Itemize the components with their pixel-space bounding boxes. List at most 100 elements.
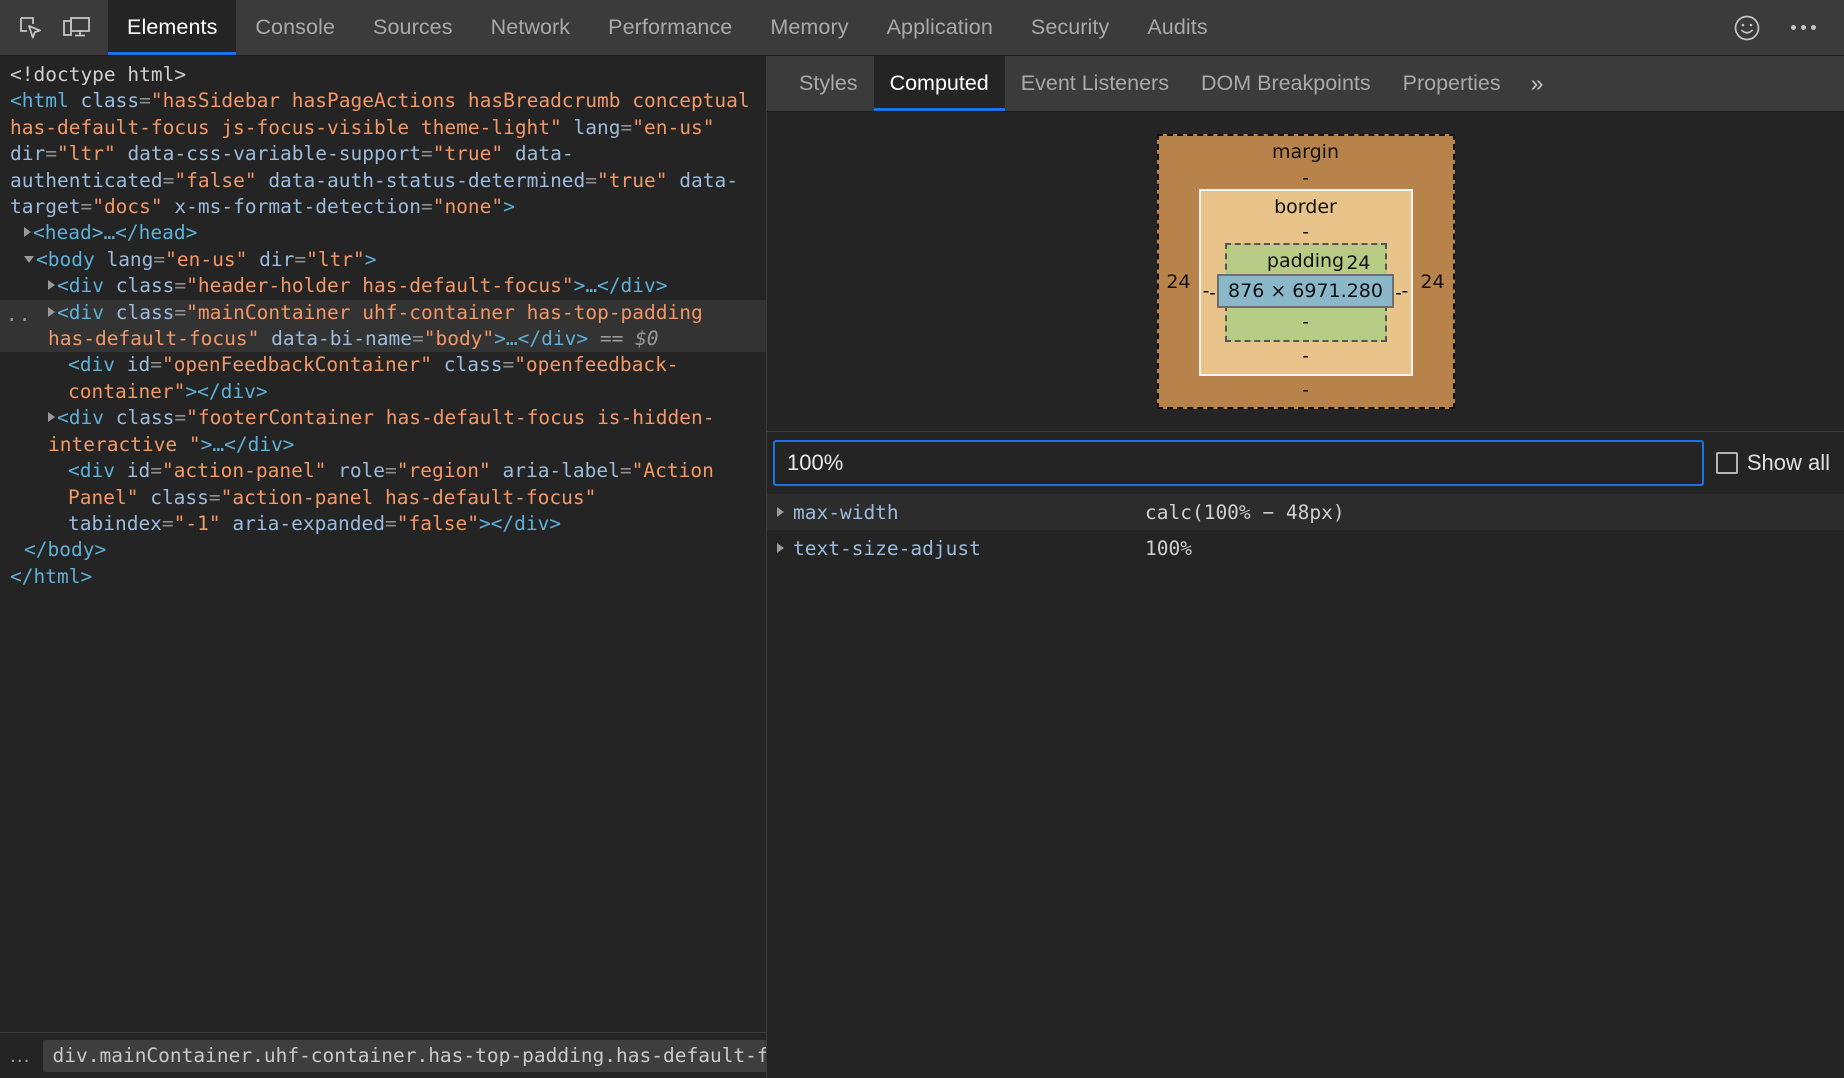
tab-computed[interactable]: Computed bbox=[874, 56, 1005, 111]
tab-console[interactable]: Console bbox=[236, 0, 354, 55]
tab-sources[interactable]: Sources bbox=[354, 0, 472, 55]
expand-arrow-icon[interactable] bbox=[48, 307, 55, 317]
computed-property-row[interactable]: max-width calc(100% − 48px) bbox=[767, 494, 1844, 530]
html-lang-attr: lang bbox=[574, 116, 621, 139]
tab-application-label: Application bbox=[887, 15, 993, 40]
collapse-arrow-icon[interactable] bbox=[24, 256, 34, 263]
inspect-element-icon[interactable] bbox=[8, 0, 54, 55]
dom-node-html[interactable]: <html class="hasSidebar hasPageActions h… bbox=[0, 88, 766, 220]
tab-performance[interactable]: Performance bbox=[589, 0, 751, 55]
dom-node-body-close[interactable]: </body> bbox=[0, 537, 766, 563]
dom-node-action-panel[interactable]: <div id="action-panel" role="region" ari… bbox=[0, 458, 766, 537]
doctype-text: <!doctype html> bbox=[10, 63, 186, 86]
breadcrumb-overflow-button[interactable]: ... bbox=[10, 1044, 31, 1068]
box-model-padding[interactable]: padding 24 - 876 × 6971.280 - - bbox=[1225, 243, 1387, 341]
box-model-margin[interactable]: margin - 24 border - - padding 24 bbox=[1157, 134, 1455, 409]
show-all-toggle[interactable]: Show all bbox=[1716, 450, 1834, 476]
toolbar-right-actions bbox=[1724, 0, 1844, 55]
tab-security[interactable]: Security bbox=[1012, 0, 1128, 55]
tab-properties[interactable]: Properties bbox=[1387, 56, 1517, 111]
gutter-overflow-marker: .. bbox=[6, 302, 31, 328]
box-model-border[interactable]: border - - padding 24 - 876 × 6971.280 bbox=[1199, 189, 1413, 376]
tab-styles[interactable]: Styles bbox=[783, 56, 874, 111]
box-model-border-label: border bbox=[1274, 191, 1337, 222]
expand-arrow-icon[interactable] bbox=[777, 543, 784, 553]
box-model-margin-right[interactable]: 24 bbox=[1413, 271, 1453, 293]
body-lang-attr: lang bbox=[106, 248, 153, 271]
dot bbox=[1801, 25, 1806, 30]
computed-property-row[interactable]: text-size-adjust 100% bbox=[767, 530, 1844, 566]
computed-properties-list[interactable]: max-width calc(100% − 48px) text-size-ad… bbox=[767, 494, 1844, 1078]
dom-tree-scroll[interactable]: <!doctype html> <html class="hasSidebar … bbox=[0, 56, 766, 1032]
tab-console-label: Console bbox=[255, 15, 335, 40]
more-options-icon[interactable] bbox=[1780, 5, 1826, 51]
devtools-main-toolbar: Elements Console Sources Network Perform… bbox=[0, 0, 1844, 56]
dom-node-body[interactable]: <body lang="en-us" dir="ltr"> bbox=[0, 247, 766, 273]
box-model-padding-top[interactable]: 24 bbox=[1227, 252, 1385, 274]
html-tag: <html bbox=[10, 89, 69, 112]
box-model-padding-left[interactable]: - bbox=[1195, 280, 1217, 302]
dom-node-head[interactable]: <head>…</head> bbox=[0, 220, 766, 246]
box-model-border-top[interactable]: - bbox=[1201, 221, 1411, 243]
tab-audits[interactable]: Audits bbox=[1128, 0, 1226, 55]
box-model-content-size[interactable]: 876 × 6971.280 bbox=[1217, 274, 1394, 308]
expand-arrow-icon[interactable] bbox=[48, 280, 55, 290]
computed-filter-input[interactable] bbox=[773, 440, 1704, 486]
smiley-face-icon[interactable] bbox=[1724, 5, 1770, 51]
expand-arrow-icon[interactable] bbox=[48, 412, 55, 422]
property-name: max-width bbox=[793, 501, 1145, 524]
tab-memory[interactable]: Memory bbox=[751, 0, 867, 55]
tab-elements[interactable]: Elements bbox=[108, 0, 236, 55]
more-tabs-icon[interactable]: » bbox=[1517, 56, 1558, 111]
box-model-margin-top[interactable]: - bbox=[1159, 167, 1453, 189]
action-ariaexpanded-value: "false" bbox=[397, 512, 479, 535]
dom-node-header-holder[interactable]: <div class="header-holder has-default-fo… bbox=[0, 273, 766, 299]
show-all-label: Show all bbox=[1747, 450, 1830, 476]
action-role-value: "region" bbox=[397, 459, 491, 482]
feedback-class-attr: class bbox=[444, 353, 503, 376]
html-cssvar-attr: data-css-variable-support bbox=[127, 142, 421, 165]
box-model-margin-row: 24 border - - padding 24 - bbox=[1159, 189, 1453, 376]
dom-node-footer-container[interactable]: <div class="footerContainer has-default-… bbox=[0, 405, 766, 458]
main-biname-value: "body" bbox=[424, 327, 494, 350]
breadcrumb-item-main-container[interactable]: div.mainContainer.uhf-container.has-top-… bbox=[43, 1040, 767, 1072]
action-role-attr: role bbox=[338, 459, 385, 482]
show-all-checkbox[interactable] bbox=[1716, 452, 1738, 474]
body-lang-value: "en-us" bbox=[165, 248, 247, 271]
dom-node-doctype[interactable]: <!doctype html> bbox=[0, 62, 766, 88]
body-close-tag: </body> bbox=[24, 538, 106, 561]
dom-node-open-feedback[interactable]: <div id="openFeedbackContainer" class="o… bbox=[0, 352, 766, 405]
device-toolbar-icon[interactable] bbox=[54, 0, 100, 55]
action-close: ></div> bbox=[479, 512, 561, 535]
expand-arrow-icon[interactable] bbox=[777, 507, 784, 517]
box-model-padding-row: - 876 × 6971.280 - bbox=[1227, 274, 1385, 308]
panel-tab-strip: Elements Console Sources Network Perform… bbox=[108, 0, 1227, 55]
tab-network[interactable]: Network bbox=[472, 0, 590, 55]
header-close: >…</div> bbox=[574, 274, 668, 297]
tab-elements-label: Elements bbox=[127, 15, 217, 40]
action-class-value: "action-panel has-default-focus" bbox=[221, 486, 597, 509]
box-model-margin-bottom[interactable]: - bbox=[1302, 376, 1309, 408]
html-close-tag: </html> bbox=[10, 565, 92, 588]
expand-arrow-icon[interactable] bbox=[24, 227, 31, 237]
box-model-border-bottom[interactable]: - bbox=[1302, 342, 1309, 374]
action-tabindex-value: "-1" bbox=[174, 512, 221, 535]
box-model-padding-bottom[interactable]: - bbox=[1302, 308, 1309, 340]
tab-computed-label: Computed bbox=[890, 71, 989, 96]
tab-event-listeners[interactable]: Event Listeners bbox=[1005, 56, 1185, 111]
tab-audits-label: Audits bbox=[1147, 15, 1207, 40]
html-authstatus-attr: data-auth-status-determined bbox=[268, 169, 585, 192]
box-model-margin-left[interactable]: 24 bbox=[1159, 271, 1199, 293]
head-text: <head>…</head> bbox=[33, 221, 197, 244]
html-authstatus-value: "true" bbox=[597, 169, 667, 192]
tab-application[interactable]: Application bbox=[868, 0, 1012, 55]
header-class-attr: class bbox=[116, 274, 175, 297]
breadcrumb: ... div.mainContainer.uhf-container.has-… bbox=[0, 1032, 766, 1078]
tab-dom-breakpoints[interactable]: DOM Breakpoints bbox=[1185, 56, 1387, 111]
dom-node-main-container[interactable]: ..<div class="mainContainer uhf-containe… bbox=[0, 300, 766, 353]
property-value: 100% bbox=[1145, 537, 1192, 560]
dom-node-html-close[interactable]: </html> bbox=[0, 564, 766, 590]
action-ariaexpanded-attr: aria-expanded bbox=[232, 512, 385, 535]
footer-close: >…</div> bbox=[201, 433, 295, 456]
box-model-border-right[interactable]: - bbox=[1387, 282, 1411, 304]
